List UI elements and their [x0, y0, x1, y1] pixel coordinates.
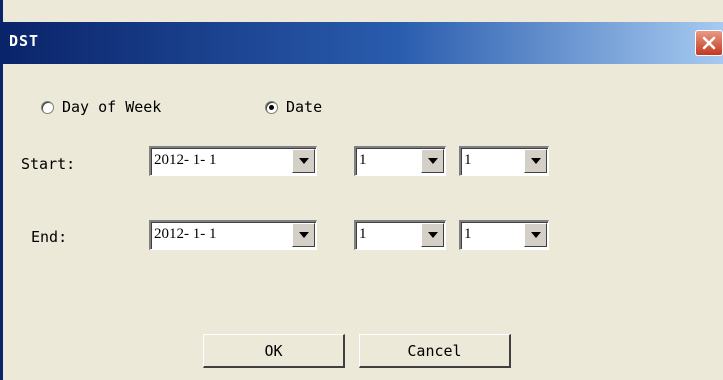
- radio-circle-day-of-week[interactable]: [41, 100, 54, 114]
- end-field3-value: 1: [464, 226, 472, 242]
- start-field3-dropdown-arrow[interactable]: [524, 149, 547, 173]
- end-date-value: 2012- 1- 1: [154, 226, 217, 242]
- start-field2-combo[interactable]: 1: [354, 146, 446, 176]
- radio-date[interactable]: Date: [265, 98, 322, 116]
- start-date-value: 2012- 1- 1: [154, 152, 217, 168]
- start-label: Start:: [21, 155, 76, 173]
- start-date-dropdown-arrow[interactable]: [292, 149, 315, 173]
- cancel-button[interactable]: Cancel: [359, 334, 511, 368]
- ok-button[interactable]: OK: [203, 334, 345, 368]
- end-field3-dropdown-arrow[interactable]: [524, 223, 547, 247]
- start-field2-value: 1: [359, 152, 367, 168]
- end-date-dropdown-arrow[interactable]: [292, 223, 315, 247]
- radio-label-day-of-week: Day of Week: [62, 98, 162, 116]
- end-date-combo[interactable]: 2012- 1- 1: [149, 220, 317, 250]
- start-field3-combo[interactable]: 1: [459, 146, 549, 176]
- end-field2-combo[interactable]: 1: [354, 220, 446, 250]
- start-field2-dropdown-arrow[interactable]: [421, 149, 444, 173]
- radio-day-of-week[interactable]: Day of Week: [41, 98, 161, 116]
- radio-label-date: Date: [286, 98, 323, 116]
- end-field3-combo[interactable]: 1: [459, 220, 549, 250]
- end-field2-dropdown-arrow[interactable]: [421, 223, 444, 247]
- start-date-combo[interactable]: 2012- 1- 1: [149, 146, 317, 176]
- end-label: End:: [31, 228, 68, 246]
- close-icon: [702, 36, 716, 50]
- window-title: DST: [9, 32, 40, 50]
- start-field3-value: 1: [464, 152, 472, 168]
- radio-circle-date[interactable]: [265, 100, 278, 114]
- close-button[interactable]: [695, 30, 723, 56]
- title-bar[interactable]: DST: [3, 22, 723, 64]
- dst-dialog: DST Day of Week Date Start: 2012- 1- 1 1…: [0, 0, 723, 380]
- end-field2-value: 1: [359, 226, 367, 242]
